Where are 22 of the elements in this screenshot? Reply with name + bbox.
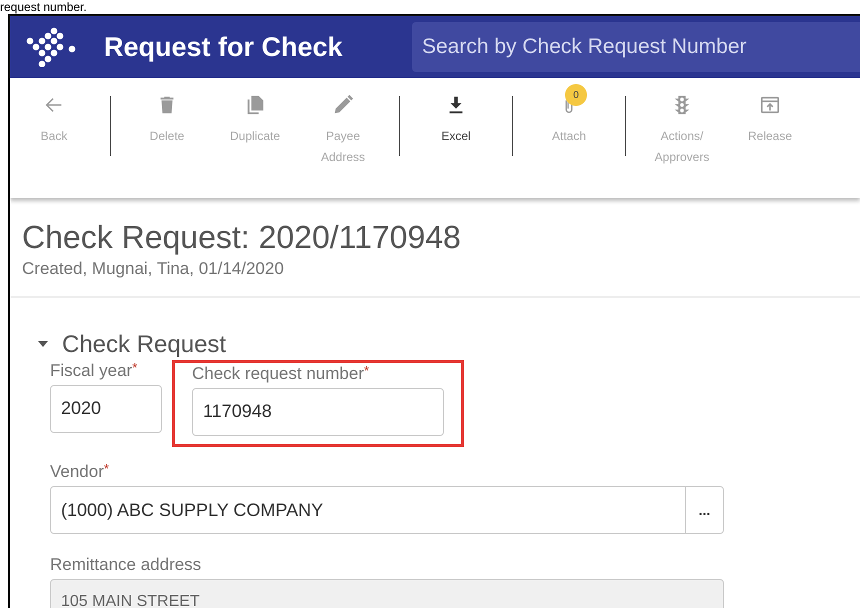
toolbar-button[interactable]: Excel — [412, 82, 500, 147]
vendor-field[interactable]: (1000) ABC SUPPLY COMPANY ... — [50, 486, 724, 534]
search-field[interactable]: Search by Check Request Number — [412, 22, 860, 72]
pencil-icon — [332, 94, 354, 116]
check-number-field[interactable]: 1170948 — [192, 388, 444, 436]
required-mark: * — [104, 460, 109, 476]
field-label: Check request number — [192, 362, 364, 384]
app-title: Request for Check — [104, 30, 344, 64]
field-label: Vendor — [50, 460, 104, 482]
section-title: Check Request — [62, 332, 226, 358]
caption-text: request number. — [0, 0, 87, 14]
upload-window-icon — [759, 94, 781, 116]
collapse-caret-icon[interactable] — [38, 340, 48, 348]
required-mark: * — [364, 362, 370, 378]
field-label: Remittance address — [50, 554, 202, 576]
page-title: Check Request: 2020/1170948 — [22, 218, 462, 256]
fiscal-year-field[interactable]: 2020 — [50, 384, 162, 433]
page-subtitle: Created, Mugnai, Tina, 01/14/2020 — [22, 258, 285, 280]
browse-button[interactable]: ... — [685, 487, 723, 533]
count-badge: 0 — [565, 84, 587, 106]
required-mark: * — [132, 360, 138, 376]
field-label: Fiscal year — [50, 360, 132, 381]
